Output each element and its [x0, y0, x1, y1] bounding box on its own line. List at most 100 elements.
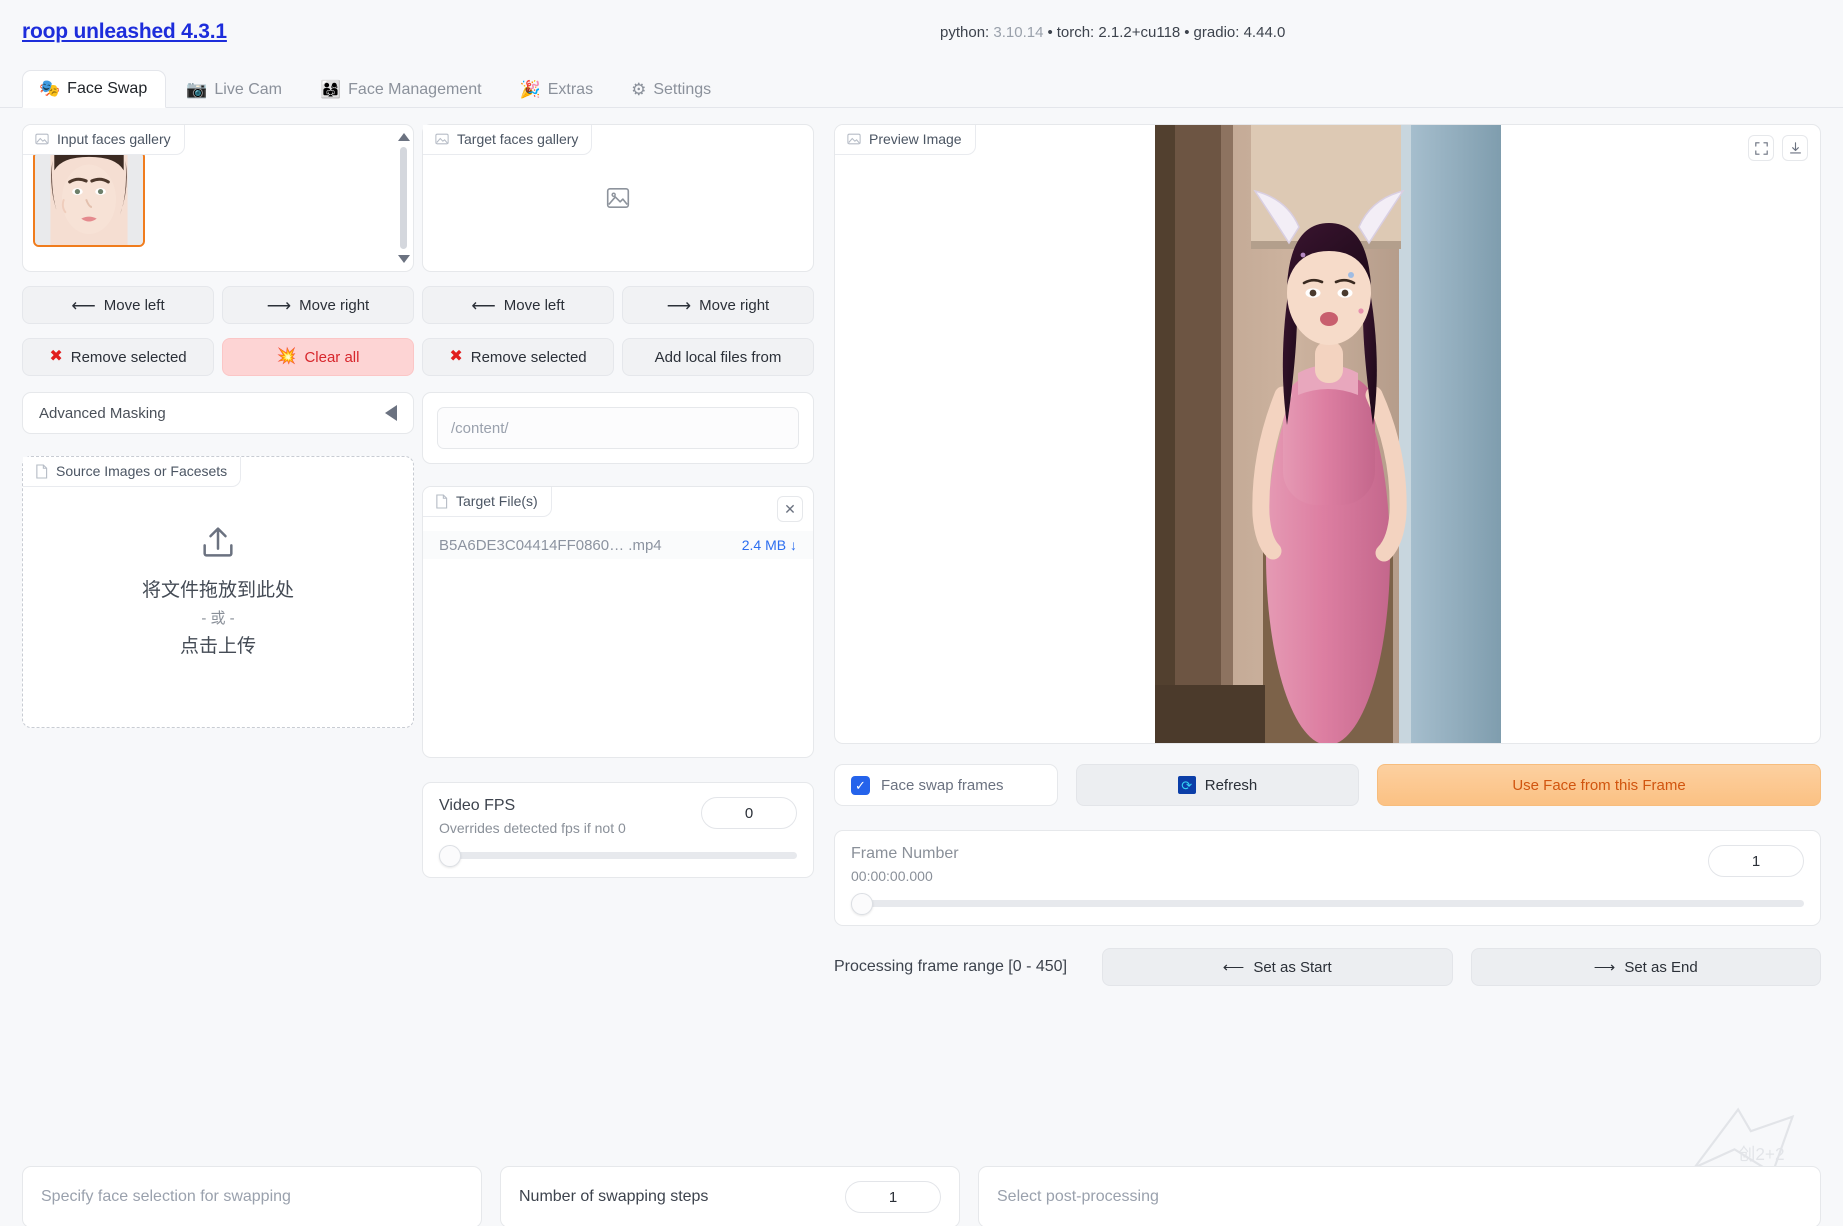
target-faces-gallery-label: Target faces gallery [457, 131, 579, 147]
face-selection-label: Specify face selection for swapping [41, 1188, 291, 1205]
family-icon: 👨‍👩‍👧 [319, 80, 342, 99]
face-selection-dropdown[interactable]: Specify face selection for swapping [22, 1166, 482, 1226]
frame-number-knob[interactable] [851, 892, 873, 915]
target-remove-selected-button[interactable]: ✖ Remove selected [422, 338, 614, 376]
swapping-steps-value-input[interactable]: 1 [845, 1181, 941, 1213]
version-separator-2: • [1184, 24, 1190, 41]
local-path-input[interactable] [437, 407, 799, 449]
video-fps-header: Video FPS Overrides detected fps if not … [439, 797, 797, 836]
input-remove-selected-button[interactable]: ✖ Remove selected [22, 338, 214, 376]
arrow-right-icon: ⟶ [666, 295, 692, 315]
arrow-left-icon: ⟵ [71, 295, 96, 315]
set-as-end-button[interactable]: ⟶ Set as End [1470, 948, 1821, 986]
image-icon [35, 133, 49, 145]
version-info: python: 3.10.14 • torch: 2.1.2+cu118 • gradi… [940, 24, 1285, 41]
face-swap-frames-label: Face swap frames [881, 776, 1004, 794]
download-button[interactable] [1782, 135, 1808, 161]
set-as-start-label: Set as Start [1253, 958, 1332, 976]
dropzone-click-text[interactable]: 点击上传 [142, 632, 294, 662]
video-fps-value-input[interactable]: 0 [701, 797, 797, 829]
input-faces-gallery-label-chip: Input faces gallery [23, 125, 185, 155]
frame-controls-row: ✓ Face swap frames ⟳ Refresh Use Face fr… [834, 764, 1821, 806]
tab-live-cam[interactable]: 📷 Live Cam [170, 72, 300, 108]
fullscreen-button[interactable] [1748, 135, 1774, 161]
tab-bar: 🎭 Face Swap 📷 Live Cam 👨‍👩‍👧 Face Manage… [0, 64, 1843, 108]
input-move-right-button[interactable]: ⟶ Move right [222, 286, 414, 324]
frame-number-header: Frame Number 00:00:00.000 1 [851, 845, 1804, 884]
svg-text:创2+2: 创2+2 [1738, 1144, 1784, 1164]
preview-image[interactable] [1154, 125, 1501, 743]
target-file-row[interactable]: B5A6DE3C04414FF0860… .mp4 2.4 MB ↓ [423, 531, 813, 559]
frame-number-value-input[interactable]: 1 [1708, 845, 1804, 877]
advanced-masking-accordion[interactable]: Advanced Masking [22, 392, 414, 434]
frame-number-text: Frame Number 00:00:00.000 [851, 845, 959, 884]
refresh-button[interactable]: ⟳ Refresh [1076, 764, 1359, 806]
refresh-label: Refresh [1204, 776, 1258, 794]
python-label: python: [940, 24, 990, 41]
tab-face-swap[interactable]: 🎭 Face Swap [22, 70, 167, 108]
face-swap-frames-checkbox[interactable]: ✓ Face swap frames [834, 764, 1058, 806]
swapping-steps-slider[interactable]: Number of swapping steps 1 [500, 1166, 960, 1226]
tab-extras-label: Extras [547, 80, 594, 98]
input-face-thumbnail[interactable] [33, 151, 145, 247]
input-move-left-label: Move left [103, 296, 165, 314]
gallery-scrollbar[interactable] [397, 133, 410, 263]
set-as-start-button[interactable]: ⟵ Set as Start [1102, 948, 1453, 986]
frame-number-track[interactable] [851, 892, 1804, 915]
source-images-label: Source Images or Facesets [56, 463, 228, 479]
target-move-right-button[interactable]: ⟶ Move right [622, 286, 814, 324]
frame-number-timecode: 00:00:00.000 [851, 868, 933, 884]
source-images-label-chip: Source Images or Facesets [23, 457, 242, 487]
input-move-right-label: Move right [299, 296, 370, 314]
input-clear-all-button[interactable]: 💥 Clear all [222, 338, 414, 376]
collision-icon: 💥 [276, 348, 297, 365]
gallery-scroll-thumb[interactable] [400, 147, 407, 249]
torch-label: torch: [1056, 24, 1095, 41]
source-images-dropzone[interactable]: Source Images or Facesets 将文件拖放到此处 - 或 -… [22, 456, 414, 728]
input-faces-gallery-label: Input faces gallery [57, 131, 171, 147]
download-icon [1789, 141, 1801, 154]
video-fps-knob[interactable] [439, 844, 461, 867]
use-face-from-frame-button[interactable]: Use Face from this Frame [1377, 764, 1821, 806]
video-fps-track[interactable] [439, 844, 797, 867]
target-move-left-label: Move left [503, 296, 565, 314]
target-files-close-button[interactable]: ✕ [777, 496, 803, 522]
upload-icon [203, 527, 233, 557]
app-title-link[interactable]: roop unleashed 4.3.1 [22, 20, 227, 44]
tab-settings-label: Settings [653, 80, 712, 98]
image-icon [435, 133, 449, 145]
target-file-size[interactable]: 2.4 MB ↓ [742, 537, 797, 553]
scroll-down-icon[interactable] [397, 255, 410, 263]
tab-face-management-label: Face Management [348, 80, 482, 98]
target-remove-selected-label: Remove selected [470, 348, 587, 366]
input-move-left-button[interactable]: ⟵ Move left [22, 286, 214, 324]
advanced-masking-label: Advanced Masking [39, 404, 166, 422]
checkbox-check-icon: ✓ [851, 775, 870, 795]
preview-image-panel: Preview Image [834, 124, 1821, 744]
tab-face-swap-label: Face Swap [67, 79, 148, 97]
torch-version: 2.1.2+cu118 [1098, 24, 1181, 41]
target-files-label: Target File(s) [456, 493, 538, 509]
local-path-panel [422, 392, 814, 464]
add-local-files-button[interactable]: Add local files from [622, 338, 814, 376]
bottom-options-row: Specify face selection for swapping Numb… [0, 1166, 1843, 1226]
target-files-label-chip: Target File(s) [423, 487, 552, 517]
post-processing-dropdown[interactable]: Select post-processing [978, 1166, 1821, 1226]
tab-extras[interactable]: 🎉 Extras [504, 72, 612, 108]
input-faces-action-row: ✖ Remove selected 💥 Clear all [22, 338, 414, 376]
scroll-up-icon[interactable] [397, 133, 410, 141]
target-faces-gallery[interactable]: Target faces gallery [422, 124, 814, 272]
close-icon: ✕ [784, 500, 796, 517]
input-faces-gallery[interactable]: Input faces gallery [22, 124, 414, 272]
frame-number-slider: Frame Number 00:00:00.000 1 [834, 830, 1821, 926]
gradio-label: gradio: [1193, 24, 1240, 41]
party-popper-icon: 🎉 [519, 80, 541, 99]
dropzone-drop-text: 将文件拖放到此处 [141, 579, 294, 601]
tab-settings[interactable]: ⚙ Settings [615, 72, 729, 108]
target-move-left-button[interactable]: ⟵ Move left [422, 286, 614, 324]
cross-mark-icon: ✖ [49, 348, 63, 365]
add-local-files-label: Add local files from [654, 348, 782, 366]
tab-face-management[interactable]: 👨‍👩‍👧 Face Management [304, 72, 500, 108]
video-fps-slider: Video FPS Overrides detected fps if not … [422, 782, 814, 878]
set-as-end-label: Set as End [1624, 958, 1698, 976]
